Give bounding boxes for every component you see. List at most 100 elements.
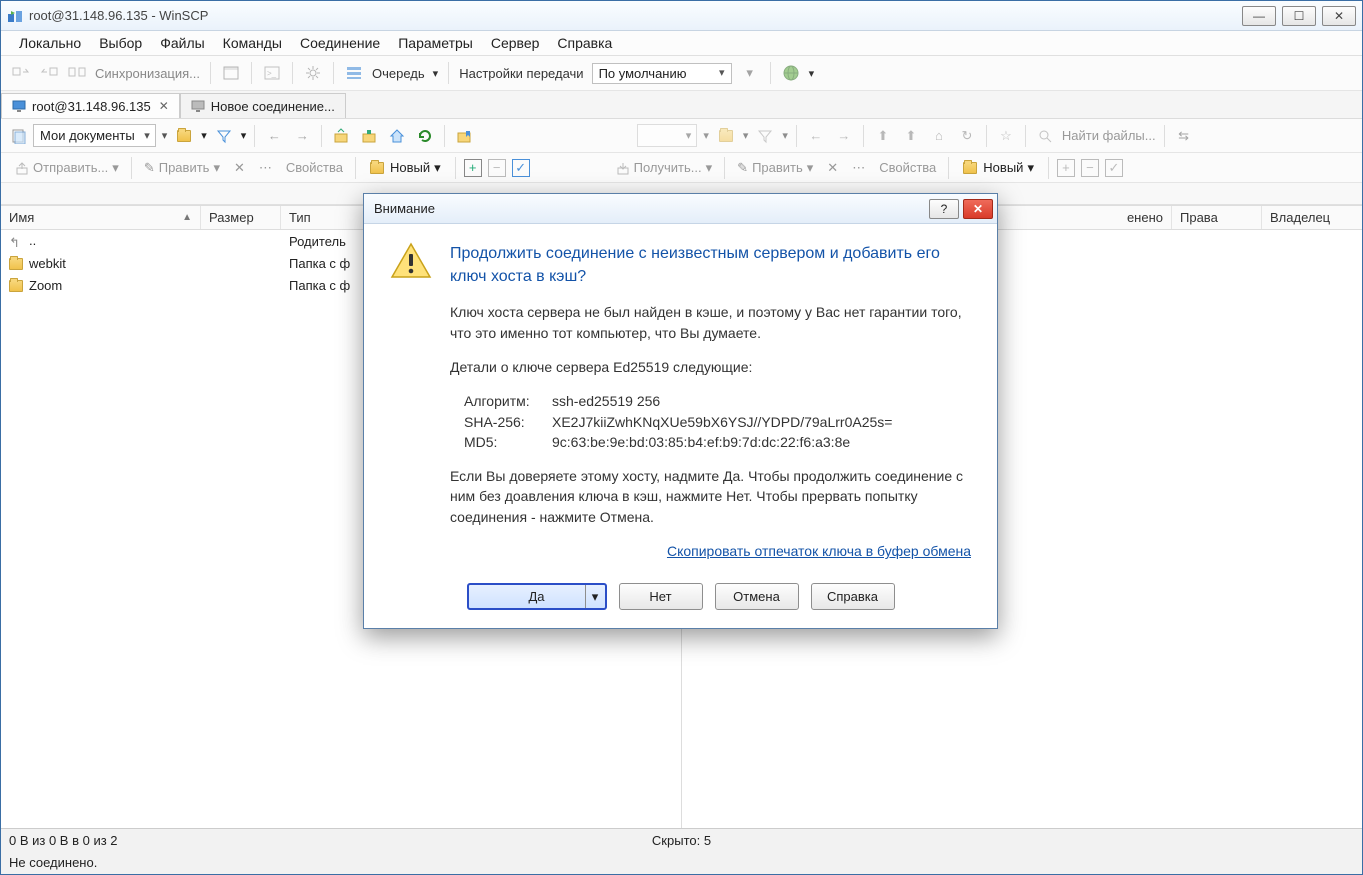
col-owner[interactable]: Владелец — [1262, 206, 1362, 229]
filter-icon[interactable] — [754, 125, 776, 147]
edit-remote-button[interactable]: ✎ Править ▾ — [733, 158, 817, 178]
properties-button[interactable]: Свойства — [282, 158, 347, 177]
menu-files[interactable]: Файлы — [154, 32, 210, 54]
right-location-dropdown-icon[interactable]: ▾ — [703, 129, 709, 142]
minimize-button[interactable]: — — [1242, 6, 1276, 26]
refresh-icon[interactable] — [414, 125, 436, 147]
bookmark-icon[interactable] — [453, 125, 475, 147]
forward-icon[interactable]: → — [291, 125, 313, 147]
select-all-icon[interactable]: ✓ — [1105, 159, 1123, 177]
hostkey-details: Алгоритм:ssh-ed25519 256 SHA-256:XE2J7ki… — [464, 391, 971, 452]
chevron-down-icon[interactable]: ▾ — [241, 129, 247, 142]
col-size[interactable]: Размер — [201, 206, 281, 229]
refresh-icon[interactable]: ↻ — [956, 125, 978, 147]
minus-icon[interactable]: − — [1081, 159, 1099, 177]
upload-button[interactable]: Отправить... ▾ — [11, 158, 123, 178]
home-icon[interactable] — [386, 125, 408, 147]
back-icon[interactable]: ← — [805, 125, 827, 147]
yes-button[interactable]: Да ▾ — [467, 583, 607, 610]
tab-label: Новое соединение... — [211, 99, 335, 114]
right-location-combo[interactable] — [637, 124, 697, 147]
menu-commands[interactable]: Команды — [217, 32, 288, 54]
no-button[interactable]: Нет — [619, 583, 703, 610]
sync-left-icon[interactable] — [11, 63, 31, 83]
menu-help[interactable]: Справка — [551, 32, 618, 54]
queue-label[interactable]: Очередь — [372, 66, 425, 81]
edit-button[interactable]: ✎ Править ▾ — [140, 158, 224, 178]
menu-mark[interactable]: Выбор — [93, 32, 148, 54]
menu-session[interactable]: Соединение — [294, 32, 386, 54]
terminal-icon[interactable]: >_ — [262, 63, 282, 83]
root-dir-icon[interactable] — [358, 125, 380, 147]
download-button[interactable]: Получить... ▾ — [612, 158, 717, 178]
options-remote-icon[interactable]: ⋯ — [848, 158, 869, 178]
new-button[interactable]: Новый ▾ — [364, 158, 447, 178]
col-rights[interactable]: Права — [1172, 206, 1262, 229]
chevron-down-icon[interactable]: ▾ — [585, 585, 605, 608]
dialog-para1: Ключ хоста сервера не был найден в кэше,… — [450, 302, 971, 343]
maximize-button[interactable]: ☐ — [1282, 6, 1316, 26]
home-icon[interactable]: ⌂ — [928, 125, 950, 147]
delete-icon[interactable]: ✕ — [230, 158, 249, 178]
col-name[interactable]: Имя ▲ — [1, 206, 201, 229]
delete-remote-icon[interactable]: ✕ — [823, 158, 842, 178]
hostkey-dialog: Внимание ? ✕ Продолжить соединение с неи… — [363, 193, 998, 629]
chevron-down-icon[interactable]: ▾ — [743, 129, 749, 142]
find-files-label[interactable]: Найти файлы... — [1062, 128, 1156, 143]
close-icon[interactable]: ✕ — [963, 199, 993, 219]
filter-icon[interactable] — [213, 125, 235, 147]
search-icon[interactable] — [1034, 125, 1056, 147]
help-button[interactable]: ? — [929, 199, 959, 219]
browse-icon[interactable] — [221, 63, 241, 83]
close-button[interactable]: ✕ — [1322, 6, 1356, 26]
sep — [131, 157, 132, 179]
plus-icon[interactable]: + — [464, 159, 482, 177]
menu-options[interactable]: Параметры — [392, 32, 479, 54]
tab-new-session[interactable]: Новое соединение... — [180, 93, 346, 118]
sep — [210, 62, 211, 84]
sync-label[interactable]: Синхронизация... — [95, 66, 200, 81]
menu-server[interactable]: Сервер — [485, 32, 546, 54]
tab-session[interactable]: root@31.148.96.135 ✕ — [1, 93, 180, 118]
back-icon[interactable]: ← — [263, 125, 285, 147]
plus-icon[interactable]: + — [1057, 159, 1075, 177]
sync-right-icon[interactable] — [39, 63, 59, 83]
queue-icon[interactable] — [344, 63, 364, 83]
root-dir-icon[interactable]: ⬆ — [900, 125, 922, 147]
md5-label: MD5: — [464, 432, 552, 452]
globe-icon[interactable] — [781, 63, 801, 83]
cancel-button[interactable]: Отмена — [715, 583, 799, 610]
sep — [254, 125, 255, 147]
options-icon[interactable]: ⋯ — [255, 158, 276, 178]
select-all-icon[interactable]: ✓ — [512, 159, 530, 177]
sync-dirs-icon[interactable]: ⇆ — [1173, 125, 1195, 147]
globe-dropdown-icon[interactable]: ▾ — [809, 67, 815, 80]
compare-icon[interactable] — [67, 63, 87, 83]
dialog-para3: Если Вы доверяете этому хосту, надмите Д… — [450, 466, 971, 527]
transfer-preset-combo[interactable]: По умолчанию — [592, 63, 732, 84]
gear-icon[interactable] — [303, 63, 323, 83]
properties-remote-button[interactable]: Свойства — [875, 158, 940, 177]
chevron-down-icon[interactable]: ▾ — [782, 129, 788, 142]
parent-dir-icon[interactable]: ⬆ — [872, 125, 894, 147]
copy-fingerprint-link[interactable]: Скопировать отпечаток ключа в буфер обме… — [450, 541, 971, 561]
menu-local[interactable]: Локально — [13, 32, 87, 54]
open-folder-icon[interactable] — [715, 125, 737, 147]
forward-icon[interactable]: → — [833, 125, 855, 147]
chevron-down-icon[interactable]: ▾ — [201, 129, 207, 142]
md5-value: 9c:63:be:9e:bd:03:85:b4:ef:b9:7d:dc:22:f… — [552, 432, 971, 452]
queue-dropdown-icon[interactable]: ▾ — [433, 67, 439, 80]
bookmark-icon[interactable]: ☆ — [995, 125, 1017, 147]
sep — [448, 62, 449, 84]
minus-icon[interactable]: − — [488, 159, 506, 177]
sep — [321, 125, 322, 147]
transfer-edit-icon[interactable]: ▾ — [740, 63, 760, 83]
left-location-dropdown-icon[interactable]: ▾ — [162, 129, 168, 142]
sha-label: SHA-256: — [464, 412, 552, 432]
new-remote-button[interactable]: Новый ▾ — [957, 158, 1040, 178]
close-icon[interactable]: ✕ — [159, 99, 169, 113]
help-dialog-button[interactable]: Справка — [811, 583, 895, 610]
open-folder-icon[interactable] — [173, 125, 195, 147]
left-location-combo[interactable]: Мои документы — [33, 124, 156, 147]
parent-dir-icon[interactable] — [330, 125, 352, 147]
